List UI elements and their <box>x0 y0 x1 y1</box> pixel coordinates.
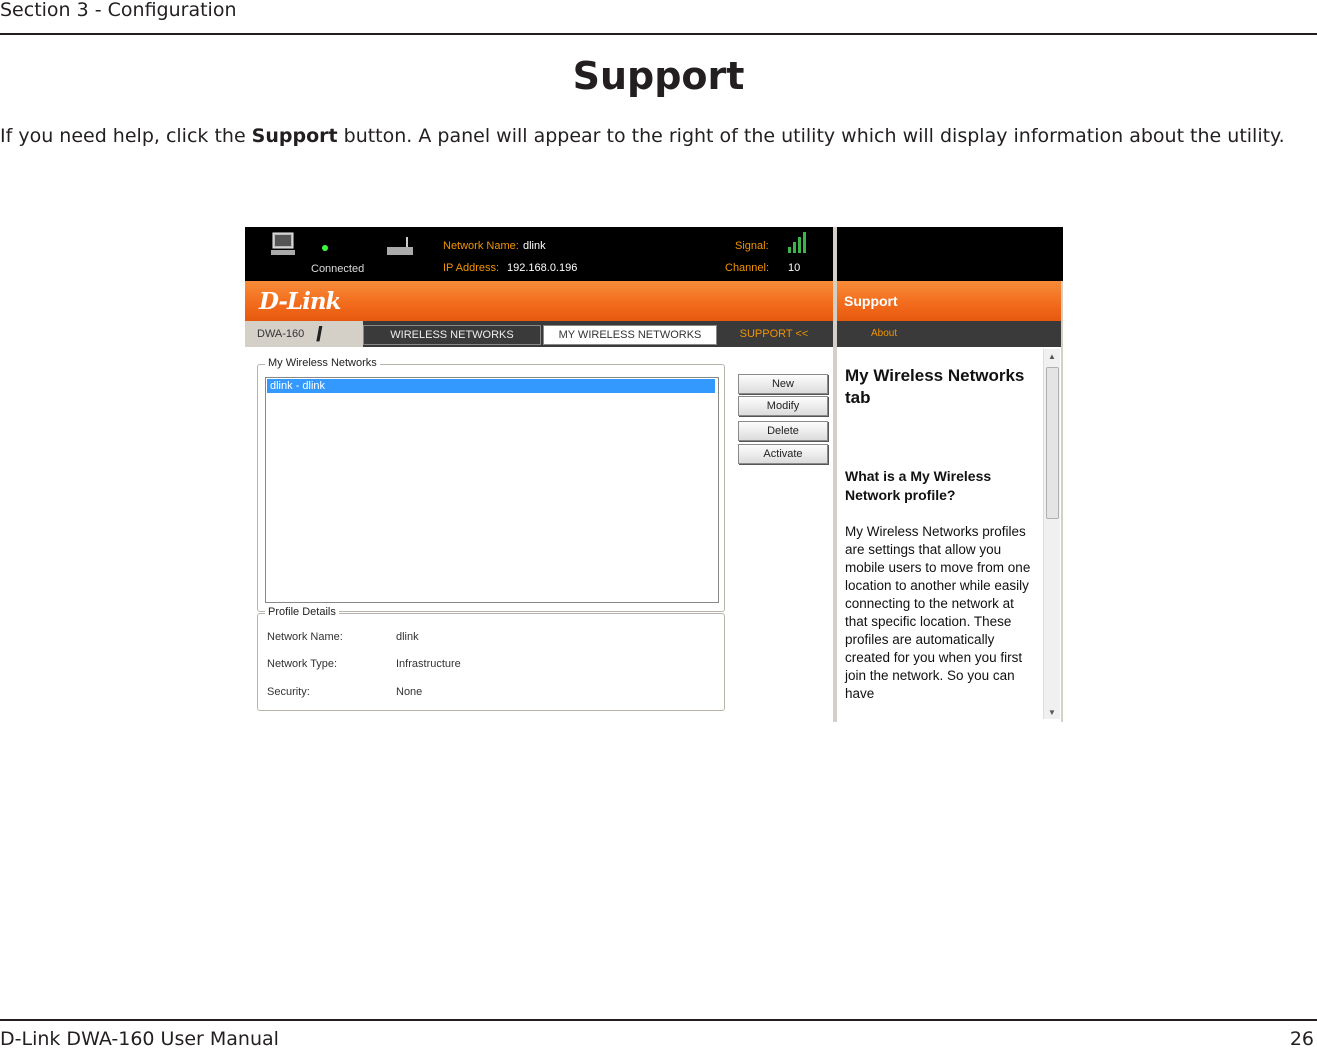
support-subheading: What is a My Wireless Network profile? <box>845 468 992 503</box>
network-name-label: Network Name: <box>443 240 519 252</box>
section-header: Section 3 - Configuration <box>0 0 237 21</box>
signal-bar <box>803 232 806 253</box>
intro-text-end: button. A panel will appear to the right… <box>337 125 1285 147</box>
computer-icon <box>271 232 295 255</box>
footer-manual-title: D-Link DWA-160 User Manual <box>0 1028 279 1050</box>
signal-bar <box>793 242 796 253</box>
model-label: DWA-160 <box>245 321 363 347</box>
profile-network-name-label: Network Name: <box>267 631 343 643</box>
scrollbar-thumb[interactable] <box>1046 367 1059 519</box>
signal-strength-icon <box>788 231 810 253</box>
footer-rule <box>0 1019 1317 1021</box>
signal-bar <box>798 237 801 253</box>
ip-address-label: IP Address: <box>443 262 500 274</box>
status-bar: Connected Network Name: dlink IP Address… <box>245 227 833 281</box>
intro-bold: Support <box>251 125 338 147</box>
dlink-logo: D-Link <box>259 288 341 315</box>
support-scrollbar[interactable]: ▲ ▼ <box>1043 349 1060 719</box>
scroll-down-arrow-icon[interactable]: ▼ <box>1048 708 1056 717</box>
support-paragraph: My Wireless Networks profiles are settin… <box>845 524 1031 701</box>
support-nav: About <box>837 321 1061 347</box>
list-item[interactable]: dlink - dlink <box>267 379 715 393</box>
profile-network-type-label: Network Type: <box>267 658 338 670</box>
scroll-up-arrow-icon[interactable]: ▲ <box>1048 352 1056 361</box>
delete-button[interactable]: Delete <box>738 421 828 441</box>
connected-label: Connected <box>311 263 365 275</box>
signal-label: Signal: <box>735 240 769 252</box>
activate-button[interactable]: Activate <box>738 444 828 464</box>
ip-address-value: 192.168.0.196 <box>507 262 578 274</box>
tab-my-wireless-networks[interactable]: MY WIRELESS NETWORKS <box>543 325 717 345</box>
channel-label: Channel: <box>725 262 770 274</box>
intro-text-start: If you need help, click the <box>0 125 252 147</box>
support-panel-top <box>837 227 1063 281</box>
tab-wireless-networks[interactable]: WIRELESS NETWORKS <box>363 325 541 345</box>
network-name-value: dlink <box>523 240 546 252</box>
tab-support[interactable]: SUPPORT << <box>719 325 829 343</box>
support-content: My Wireless Networks tab What is a My Wi… <box>837 347 1061 722</box>
new-button[interactable]: New <box>738 374 828 394</box>
router-icon <box>387 237 413 255</box>
my-networks-group-title: My Wireless Networks <box>265 357 380 369</box>
page-number: 26 <box>1289 1028 1314 1050</box>
support-heading: My Wireless Networks tab <box>845 366 1025 407</box>
networks-listbox[interactable]: dlink - dlink <box>265 377 719 603</box>
intro-text: If you need help, click the Support butt… <box>0 125 1285 147</box>
channel-value: 10 <box>788 262 801 274</box>
signal-bar <box>788 247 791 253</box>
page-title: Support <box>572 54 745 98</box>
about-link[interactable]: About <box>871 328 897 339</box>
profile-security-label: Security: <box>267 686 310 698</box>
header-rule <box>0 33 1317 35</box>
tab-bar: DWA-160 /// WIRELESS NETWORKS MY WIRELES… <box>245 321 833 347</box>
utility-screenshot: Connected Network Name: dlink IP Address… <box>245 227 1063 722</box>
support-panel: Support About My Wireless Networks tab W… <box>837 227 1063 722</box>
profile-details-group-title: Profile Details <box>265 606 339 618</box>
profile-network-name-value: dlink <box>396 631 419 643</box>
connection-led-icon <box>322 245 328 251</box>
support-banner: Support <box>837 281 1061 321</box>
modify-button[interactable]: Modify <box>738 396 828 416</box>
support-panel-title: Support <box>844 293 898 309</box>
profile-network-type-value: Infrastructure <box>396 658 461 670</box>
my-networks-panel: My Wireless Networks dlink - dlink New M… <box>245 347 833 722</box>
profile-security-value: None <box>396 686 423 698</box>
brand-banner: D-Link <box>245 281 833 321</box>
